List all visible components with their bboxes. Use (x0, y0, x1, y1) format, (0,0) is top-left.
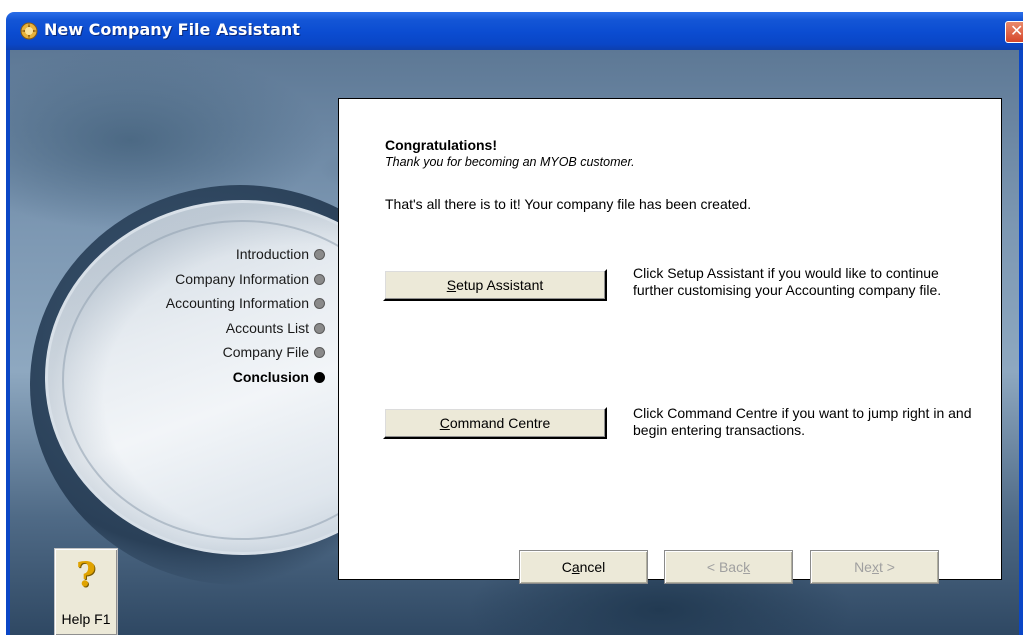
step-label: Company Information (175, 270, 309, 287)
window-title: New Company File Assistant (44, 20, 300, 39)
panel-heading: Congratulations! (385, 137, 497, 153)
next-button[interactable]: Next > (810, 550, 939, 584)
step-dot-icon (314, 347, 325, 359)
command-centre-description: Click Command Centre if you want to jump… (633, 405, 972, 438)
step-dot-icon (314, 298, 325, 310)
cancel-button[interactable]: Cancel (519, 550, 648, 584)
step-company-information: Company Information (25, 267, 325, 292)
step-introduction: Introduction (25, 242, 325, 267)
step-label: Accounts List (225, 319, 309, 336)
command-centre-button[interactable]: Command Centre (383, 407, 607, 439)
step-conclusion: Conclusion (25, 365, 325, 390)
step-label: Company File (222, 344, 309, 361)
step-accounting-information: Accounting Information (25, 291, 325, 316)
command-button-label: ommand Centre (449, 415, 551, 431)
setup-assistant-button[interactable]: Setup Assistant (383, 269, 607, 301)
setup-assistant-description: Click Setup Assistant if you would like … (633, 265, 942, 298)
back-mnemonic: k (743, 559, 751, 575)
help-label: Help F1 (61, 611, 111, 627)
help-button[interactable]: ? Help F1 (54, 548, 118, 635)
client-area: Introduction Company Information Account… (10, 50, 1019, 635)
step-dot-active-icon (314, 371, 325, 383)
step-list: Introduction Company Information Account… (25, 242, 325, 390)
step-label: Accounting Information (165, 295, 309, 312)
question-mark-icon: ? (76, 555, 96, 595)
content-panel: Congratulations! Thank you for becoming … (338, 98, 1002, 580)
step-label: Introduction (235, 246, 309, 262)
next-mnemonic: x (871, 559, 879, 575)
completion-message: That's all there is to it! Your company … (385, 196, 752, 212)
title-bar: New Company File Assistant ✕ (6, 12, 1023, 50)
command-mnemonic: C (439, 415, 450, 431)
panel-subheading: Thank you for becoming an MYOB customer. (385, 155, 635, 169)
cancel-label-start: C (561, 559, 572, 575)
setup-button-label: etup Assistant (456, 277, 544, 293)
close-icon: ✕ (1010, 21, 1023, 40)
step-dot-icon (314, 322, 325, 334)
step-dot-icon (314, 249, 325, 260)
step-company-file: Company File (25, 340, 325, 365)
window-frame-right (1019, 50, 1023, 635)
step-label: Conclusion (232, 368, 309, 385)
next-label-end: t > (878, 559, 895, 575)
cancel-label-end: ncel (579, 559, 606, 575)
cancel-mnemonic: a (571, 559, 580, 575)
close-button[interactable]: ✕ (1005, 21, 1023, 43)
back-label-start: < Bac (706, 559, 744, 575)
app-icon (20, 22, 38, 40)
step-dot-icon (314, 273, 325, 285)
step-accounts-list: Accounts List (25, 316, 325, 341)
next-label-start: Ne (854, 559, 872, 575)
back-button[interactable]: < Back (664, 550, 793, 584)
setup-mnemonic: S (446, 277, 457, 293)
